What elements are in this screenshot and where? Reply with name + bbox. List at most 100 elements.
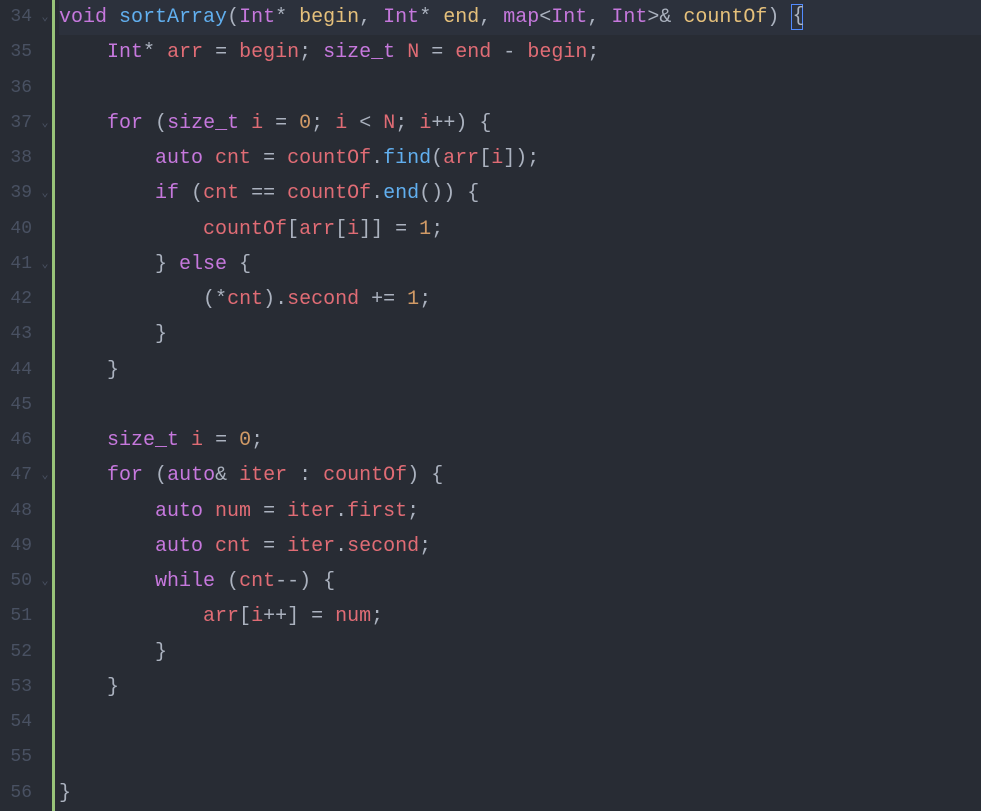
code-token: [ — [479, 141, 491, 176]
fold-toggle-icon[interactable]: ⌄ — [38, 247, 52, 282]
line-number: 45 — [4, 388, 32, 423]
code-token: = — [275, 106, 287, 141]
code-token: * — [215, 282, 227, 317]
code-line[interactable]: arr[i++] = num; — [59, 599, 981, 634]
code-token — [467, 106, 479, 141]
line-number: 55 — [4, 740, 32, 775]
code-token: N — [407, 35, 419, 70]
code-token: } — [107, 353, 119, 388]
code-token — [59, 353, 107, 388]
line-number: 42 — [4, 282, 32, 317]
code-token: . — [275, 282, 287, 317]
code-line[interactable]: auto num = iter.first; — [59, 494, 981, 529]
code-line[interactable]: (*cnt).second += 1; — [59, 282, 981, 317]
code-token: = — [263, 494, 275, 529]
code-token: size_t — [107, 423, 179, 458]
code-line[interactable]: } — [59, 670, 981, 705]
line-number: 37 — [4, 106, 32, 141]
code-line[interactable]: } — [59, 776, 981, 811]
code-token: ( — [155, 106, 167, 141]
code-editor[interactable]: 3435363738394041424344454647484950515253… — [0, 0, 981, 811]
code-line[interactable] — [59, 705, 981, 740]
code-token — [251, 141, 263, 176]
code-line[interactable]: if (cnt == countOf.end()) { — [59, 176, 981, 211]
fold-spacer — [38, 423, 52, 458]
code-line[interactable]: for (auto& iter : countOf) { — [59, 458, 981, 493]
code-token: , — [359, 0, 371, 35]
fold-toggle-icon[interactable]: ⌄ — [38, 458, 52, 493]
code-token: cnt — [215, 141, 251, 176]
code-line[interactable] — [59, 740, 981, 775]
code-token — [491, 0, 503, 35]
code-token: < — [539, 0, 551, 35]
line-number: 53 — [4, 670, 32, 705]
code-token: ]] — [359, 212, 383, 247]
code-token: i — [335, 106, 347, 141]
code-token: for — [107, 106, 143, 141]
code-token: end — [383, 176, 419, 211]
code-line[interactable]: } — [59, 635, 981, 670]
fold-toggle-icon[interactable]: ⌄ — [38, 0, 52, 35]
code-token: find — [383, 141, 431, 176]
code-token: ; — [527, 141, 539, 176]
code-token: = — [263, 141, 275, 176]
line-number: 34 — [4, 0, 32, 35]
code-token: ; — [587, 35, 599, 70]
code-token — [275, 141, 287, 176]
code-line[interactable] — [59, 388, 981, 423]
code-line[interactable]: auto cnt = iter.second; — [59, 529, 981, 564]
code-line[interactable]: } else { — [59, 247, 981, 282]
fold-toggle-icon[interactable]: ⌄ — [38, 176, 52, 211]
code-line[interactable] — [59, 71, 981, 106]
code-token: = — [431, 35, 443, 70]
fold-spacer — [38, 670, 52, 705]
fold-spacer — [38, 776, 52, 811]
line-number: 40 — [4, 212, 32, 247]
code-token — [203, 141, 215, 176]
code-line[interactable]: } — [59, 353, 981, 388]
code-token: countOf — [683, 0, 767, 35]
fold-column[interactable]: ⌄ ⌄ ⌄ ⌄ ⌄ ⌄ — [38, 0, 52, 811]
fold-toggle-icon[interactable]: ⌄ — [38, 564, 52, 599]
fold-spacer — [38, 705, 52, 740]
code-token: second — [347, 529, 419, 564]
code-line[interactable]: for (size_t i = 0; i < N; i++) { — [59, 106, 981, 141]
code-token: arr — [299, 212, 335, 247]
code-token: void — [59, 0, 107, 35]
code-token — [59, 494, 155, 529]
code-token: & — [215, 458, 227, 493]
code-line[interactable]: while (cnt--) { — [59, 564, 981, 599]
code-token: [ — [239, 599, 251, 634]
line-number: 46 — [4, 423, 32, 458]
fold-spacer — [38, 35, 52, 70]
code-line[interactable]: countOf[arr[i]] = 1; — [59, 212, 981, 247]
code-line[interactable]: auto cnt = countOf.find(arr[i]); — [59, 141, 981, 176]
code-token — [287, 458, 299, 493]
code-line[interactable]: } — [59, 317, 981, 352]
code-token — [407, 212, 419, 247]
code-token: , — [587, 0, 599, 35]
code-token — [203, 529, 215, 564]
code-token — [287, 106, 299, 141]
code-token: map — [503, 0, 539, 35]
code-token: } — [155, 317, 167, 352]
code-token: == — [251, 176, 275, 211]
code-token: Int — [611, 0, 647, 35]
code-area[interactable]: void sortArray(Int* begin, Int* end, map… — [55, 0, 981, 811]
fold-spacer — [38, 388, 52, 423]
code-token: ++ — [263, 599, 287, 634]
code-token: ; — [419, 282, 431, 317]
code-line[interactable]: Int* arr = begin; size_t N = end - begin… — [59, 35, 981, 70]
code-token: 0 — [299, 106, 311, 141]
code-token: . — [371, 176, 383, 211]
code-token: } — [155, 247, 167, 282]
fold-toggle-icon[interactable]: ⌄ — [38, 106, 52, 141]
code-token: ( — [155, 458, 167, 493]
code-token: i — [251, 106, 263, 141]
code-token: iter — [287, 494, 335, 529]
code-token — [227, 423, 239, 458]
code-token — [311, 35, 323, 70]
code-line[interactable]: void sortArray(Int* begin, Int* end, map… — [59, 0, 981, 35]
code-line[interactable]: size_t i = 0; — [59, 423, 981, 458]
line-number: 35 — [4, 35, 32, 70]
